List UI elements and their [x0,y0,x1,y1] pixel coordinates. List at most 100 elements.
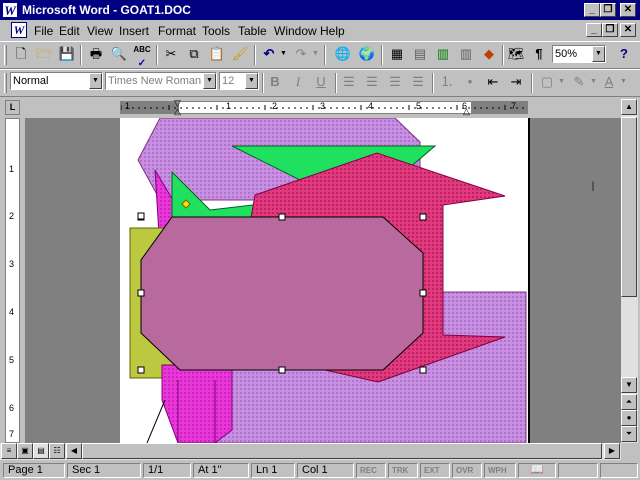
chevron-down-icon[interactable]: ▼ [245,73,258,89]
align-left-button[interactable]: ☰ [338,71,360,93]
tab-selector[interactable]: L [5,100,20,115]
drawing-button[interactable]: ◆ [478,43,500,65]
zoom-select[interactable]: 50% ▼ [552,45,606,63]
toolbar-grip[interactable] [4,73,7,93]
border-button[interactable]: ▢ [536,71,558,93]
bold-button[interactable]: B [264,71,286,93]
columns-button[interactable]: ▥ [455,43,477,65]
close-button[interactable]: ✕ [620,3,636,17]
spelling-button[interactable]: ABC ✓ [131,43,153,69]
help-button[interactable]: ? [613,43,635,65]
menu-tools[interactable]: Tools [202,24,230,38]
insert-table-button[interactable]: ▤ [409,43,431,65]
increase-indent-button[interactable]: ⇥ [505,71,527,93]
document-workspace[interactable]: I [25,118,621,443]
menu-window[interactable]: Window [274,24,317,38]
menu-view[interactable]: View [87,24,113,38]
outline-view-button[interactable]: ☷ [49,443,65,459]
status-ext[interactable]: EXT [420,463,450,478]
vertical-ruler[interactable]: 1 2 3 4 5 6 7 [5,118,20,443]
hscroll-thumb[interactable] [82,443,602,459]
scroll-down-button[interactable]: ▼ [621,377,637,393]
page-layout-button[interactable]: ▤ [33,443,49,459]
undo-dropdown[interactable]: ▼ [280,50,287,57]
toolbar-grip[interactable] [4,45,7,65]
tables-borders-button[interactable]: ▦ [386,43,408,65]
menu-table[interactable]: Table [238,24,267,38]
highlight-dropdown[interactable]: ▼ [590,78,597,85]
select-browse-object-button[interactable]: ● [621,410,637,426]
normal-view-button[interactable]: ≡ [1,443,17,459]
online-layout-button[interactable]: ▣ [17,443,33,459]
format-painter-button[interactable]: 🖌 [229,43,251,65]
new-document-button[interactable]: 🗋 [10,43,32,65]
menu-help[interactable]: Help [320,24,345,38]
scroll-left-button[interactable]: ◀ [66,443,82,459]
border-dropdown[interactable]: ▼ [558,78,565,85]
redo-dropdown[interactable]: ▼ [312,50,319,57]
scroll-right-button[interactable]: ▶ [604,443,620,459]
document-control-icon[interactable]: W [11,22,27,38]
status-trk[interactable]: TRK [388,463,418,478]
connector-line[interactable] [146,399,166,443]
vertical-scrollbar[interactable]: ▲ ▼ ⏶ ● ⏷ [621,99,638,443]
horizontal-scrollbar[interactable]: ≡ ▣ ▤ ☷ ◀ ▶ [0,443,621,460]
status-wph[interactable]: WPH [484,463,516,478]
underline-button[interactable]: U [310,71,332,93]
word-app-icon[interactable]: W [2,2,18,18]
next-page-button[interactable]: ⏷ [621,426,637,442]
font-size-select[interactable]: 12 ▼ [219,72,259,90]
italic-button[interactable]: I [287,71,309,93]
insert-hyperlink-button[interactable]: 🌐 [332,43,354,65]
show-hide-button[interactable]: ¶ [528,43,550,65]
font-color-button[interactable]: A [598,71,620,93]
chevron-down-icon[interactable]: ▼ [89,73,102,89]
font-select[interactable]: Times New Roman ▼ [105,72,217,90]
minimize-button[interactable]: _ [584,3,600,17]
spelling-status[interactable]: 📖 [518,463,556,478]
copy-button[interactable]: ⧉ [183,43,205,65]
insert-excel-button[interactable]: ▥ [432,43,454,65]
font-color-dropdown[interactable]: ▼ [620,78,627,85]
restore-button[interactable]: ❐ [600,3,616,17]
status-rec[interactable]: REC [356,463,386,478]
previous-page-button[interactable]: ⏶ [621,394,637,410]
undo-button[interactable]: ↶ [258,43,280,65]
title-bar[interactable]: W Microsoft Word - GOAT1.DOC _ ❐ ✕ [0,0,640,20]
web-toolbar-button[interactable]: 🌍 [356,43,378,65]
scroll-thumb[interactable] [621,117,637,297]
highlight-button[interactable]: ✎ [568,71,590,93]
decrease-indent-button[interactable]: ⇤ [482,71,504,93]
doc-restore-button[interactable]: ❐ [602,23,618,37]
scroll-up-button[interactable]: ▲ [621,99,637,115]
align-right-button[interactable]: ☰ [384,71,406,93]
open-button[interactable]: 🗁 [33,43,55,65]
save-button[interactable]: 💾 [56,43,78,65]
left-indent-marker[interactable]: △ [174,106,181,117]
numbering-button[interactable]: ⒈ [436,71,458,93]
justify-button[interactable]: ☰ [407,71,429,93]
style-select[interactable]: Normal ▼ [10,72,103,90]
chevron-down-icon[interactable]: ▼ [592,46,605,62]
redo-button[interactable]: ↷ [290,43,312,65]
document-map-button[interactable]: 🗺 [505,43,527,65]
selected-octagon-shape[interactable] [140,216,424,371]
menu-edit[interactable]: Edit [59,24,80,38]
menu-insert[interactable]: Insert [119,24,149,38]
horizontal-ruler[interactable]: 1 1 2 3 4 5 6 7 ▽ △ △ [120,98,528,117]
print-preview-button[interactable]: 🔍 [108,43,130,65]
right-indent-marker[interactable]: △ [463,106,470,117]
menu-file[interactable]: File [34,24,53,38]
center-button[interactable]: ☰ [361,71,383,93]
cut-button[interactable]: ✂ [160,43,182,65]
drawing-canvas[interactable] [120,118,530,443]
bullets-button[interactable]: • [459,71,481,93]
menu-format[interactable]: Format [158,24,196,38]
print-button[interactable]: 🖶 [85,43,107,65]
chevron-down-icon[interactable]: ▼ [203,73,216,89]
doc-minimize-button[interactable]: _ [586,23,602,37]
magenta-column-shape[interactable] [161,364,233,443]
status-ovr[interactable]: OVR [452,463,482,478]
paste-button[interactable]: 📋 [206,43,228,65]
doc-close-button[interactable]: ✕ [620,23,636,37]
